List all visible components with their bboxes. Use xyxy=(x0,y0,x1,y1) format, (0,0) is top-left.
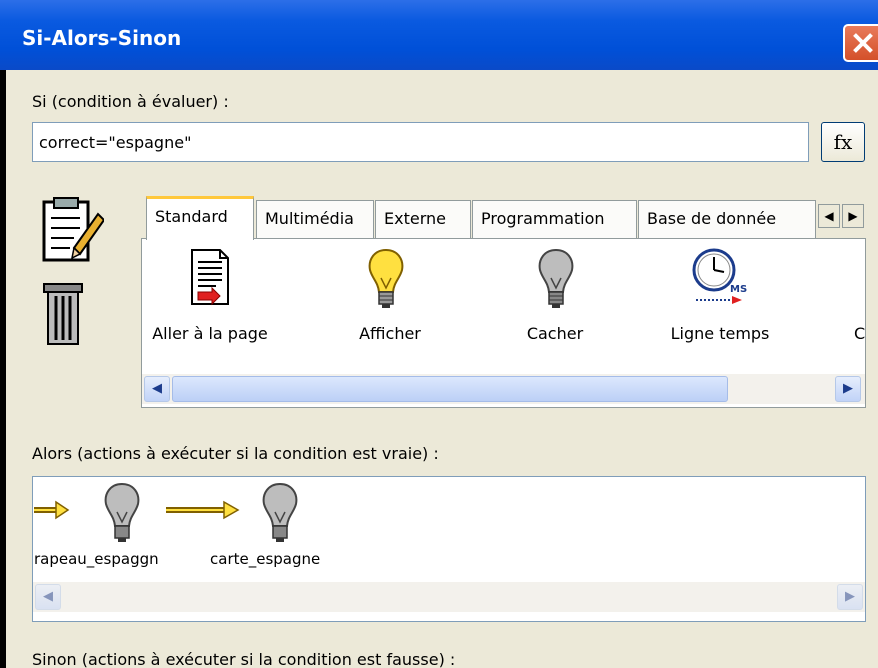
bulb-off-icon xyxy=(262,482,298,542)
close-icon[interactable] xyxy=(843,24,878,62)
bulb-off-icon xyxy=(104,482,140,542)
dialog-window: Si-Alors-Sinon Si (condition à évaluer) … xyxy=(0,0,878,668)
palette-scrollbar[interactable]: ◀ ▶ xyxy=(142,374,865,404)
tab-scroll-right-button[interactable]: ▶ xyxy=(842,204,864,228)
then-label: Alors (actions à exécuter si la conditio… xyxy=(32,444,439,463)
palette-item-partial[interactable]: C xyxy=(850,248,866,358)
then-item-label: rapeau_espaggn xyxy=(34,550,159,568)
then-scrollbar[interactable]: ◀ ▶ xyxy=(33,582,865,612)
tab-scroll-left-button[interactable]: ◀ xyxy=(818,204,840,228)
bulb-off-icon xyxy=(538,248,574,308)
trash-icon[interactable] xyxy=(42,280,86,346)
tab-multimedia[interactable]: Multimédia xyxy=(256,200,374,238)
svg-text:MS: MS xyxy=(730,284,747,295)
timeline-clock-icon: MS xyxy=(692,248,747,304)
condition-input[interactable] xyxy=(32,122,809,162)
palette-item-label: Ligne temps xyxy=(670,324,770,343)
then-item-label: carte_espagne xyxy=(210,550,321,568)
window-title: Si-Alors-Sinon xyxy=(22,26,182,50)
palette-item-label: C xyxy=(854,324,866,343)
title-bar[interactable]: Si-Alors-Sinon xyxy=(0,0,878,70)
bulb-on-icon xyxy=(368,248,404,308)
tab-base-de-donnees[interactable]: Base de donnée xyxy=(638,200,816,238)
scroll-left-button[interactable]: ◀ xyxy=(144,376,170,402)
palette-item-label: Cacher xyxy=(526,324,584,343)
goto-page-icon xyxy=(191,249,229,306)
scroll-thumb[interactable] xyxy=(172,376,728,402)
scroll-left-button[interactable]: ◀ xyxy=(35,584,61,610)
condition-label: Si (condition à évaluer) : xyxy=(32,92,229,111)
tab-standard[interactable]: Standard xyxy=(146,196,254,240)
scroll-right-button[interactable]: ▶ xyxy=(837,584,863,610)
arrow-right-icon xyxy=(34,500,70,520)
palette-item-label: Afficher xyxy=(359,324,421,343)
fx-button[interactable]: fx xyxy=(821,122,865,162)
palette-item-label: Aller à la page xyxy=(152,324,268,343)
tab-externe[interactable]: Externe xyxy=(375,200,471,238)
clipboard-icon[interactable] xyxy=(40,196,104,264)
arrow-right-icon xyxy=(166,500,240,520)
else-label: Sinon (actions à exécuter si la conditio… xyxy=(32,650,456,668)
tab-programmation[interactable]: Programmation xyxy=(472,200,637,238)
scroll-right-button[interactable]: ▶ xyxy=(835,376,861,402)
